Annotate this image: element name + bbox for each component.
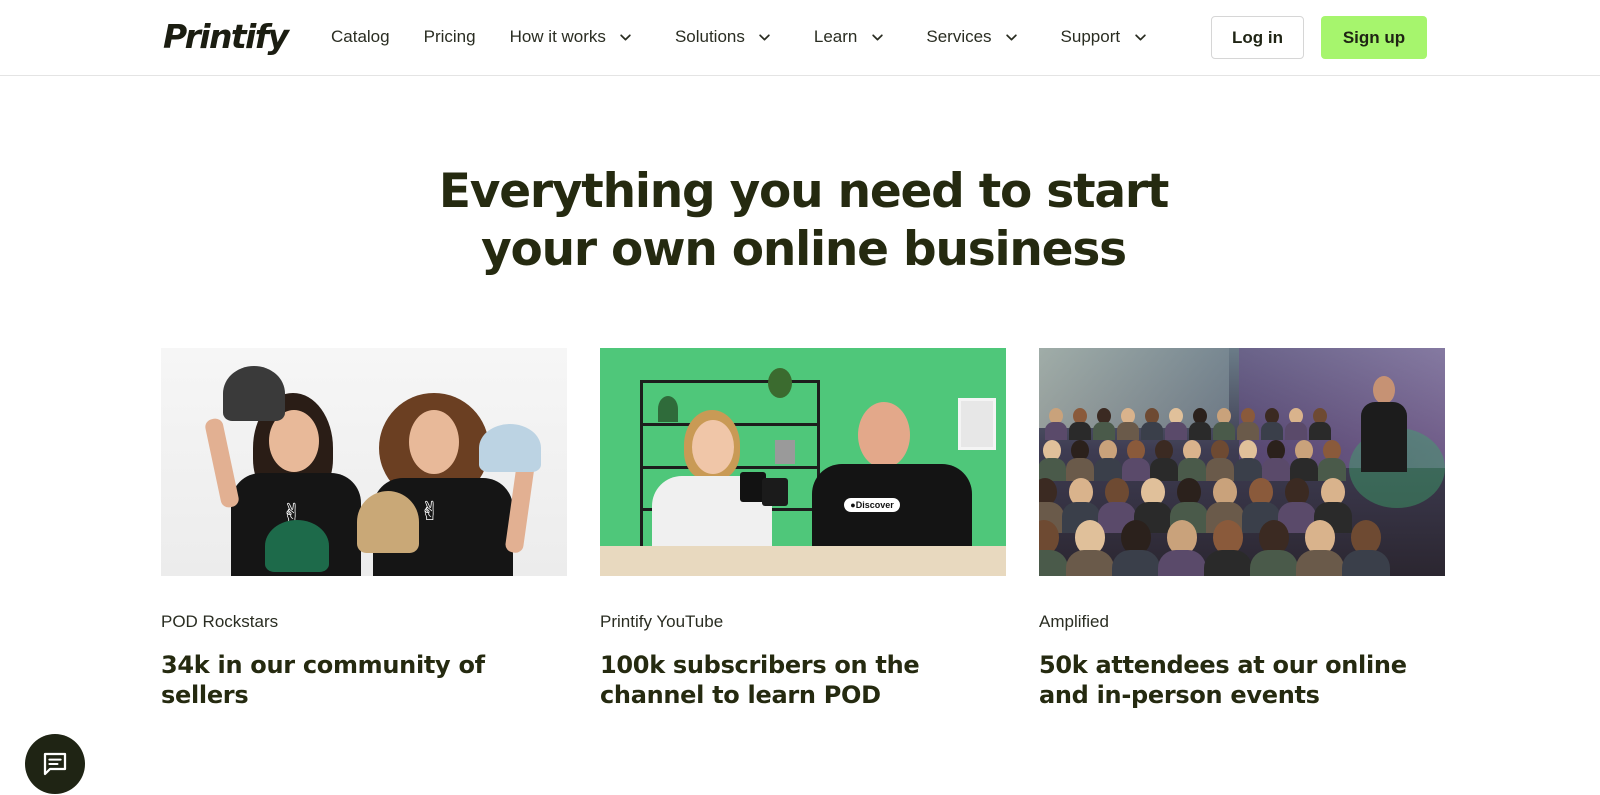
printify-logo[interactable]: Printify [163,18,289,56]
audience-member-body [1044,422,1068,441]
card-kicker: Printify YouTube [600,612,724,631]
chevron-down-icon [1133,30,1147,44]
audience-member-body [1164,422,1188,441]
nav-item-how-it-works[interactable]: How it works [510,27,633,47]
chat-button[interactable] [25,734,85,794]
chat-icon [40,749,70,779]
audience-member-body [1121,458,1151,482]
main-nav: Catalog Pricing How it works Solutions L… [331,0,1147,74]
audience-member-body [1342,550,1390,576]
audience-member-body [1092,422,1116,441]
audience-member-body [1066,550,1114,576]
audience-member-body [1260,422,1284,441]
site-header: Printify Catalog Pricing How it works So… [0,0,1600,76]
feature-card-amplified[interactable]: Amplified 50k attendees at our online an… [1039,348,1445,709]
nav-item-label: How it works [509,27,606,46]
login-button[interactable]: Log in [1211,16,1304,59]
card-title: 100k subscribers on the channel to learn… [600,651,920,709]
card-title: 50k attendees at our online and in-perso… [1039,651,1407,709]
page-title: Everything you need to start your own on… [0,163,1600,279]
nav-item-label: Services [926,27,992,46]
audience-member-body [1212,422,1236,441]
nav-item-label: Solutions [674,27,745,46]
feature-card-pod-rockstars[interactable]: ✌ ✌ POD Rockstars 34k in our community o… [161,348,567,709]
nav-item-label: Catalog [331,27,390,46]
audience-member-body [1112,550,1160,576]
audience-member-body [1204,550,1252,576]
card-kicker: Amplified [1039,612,1109,631]
audience-member-body [1261,458,1291,482]
nav-item-label: Support [1060,27,1121,46]
nav-item-learn[interactable]: Learn [814,27,884,47]
chevron-down-icon [758,30,772,44]
nav-item-catalog[interactable]: Catalog [331,27,390,47]
nav-item-services[interactable]: Services [926,27,1018,47]
audience-member-body [1236,422,1260,441]
nav-item-support[interactable]: Support [1061,27,1148,47]
card-kicker: POD Rockstars [161,612,279,631]
audience-member-body [1158,550,1206,576]
audience-member-body [1068,422,1092,441]
audience-member-body [1308,422,1332,441]
nav-item-solutions[interactable]: Solutions [675,27,772,47]
card-image-youtube: ●Discover [600,348,1006,576]
audience-member-body [1250,550,1298,576]
card-title: 34k in our community of sellers [161,651,485,709]
audience-member-body [1039,550,1068,576]
audience-member-body [1296,550,1344,576]
nav-item-pricing[interactable]: Pricing [424,27,476,47]
signup-button[interactable]: Sign up [1321,16,1427,59]
audience-member-body [1140,422,1164,441]
chevron-down-icon [870,30,884,44]
audience-member-body [1116,422,1140,441]
page-title-line-2: your own online business [481,222,1127,277]
chevron-down-icon [1005,30,1019,44]
audience-member-body [1188,422,1212,441]
feature-card-printify-youtube[interactable]: ●Discover Printify YouTube 100k subscrib… [600,348,1006,709]
card-image-rockstars: ✌ ✌ [161,348,567,576]
card-image-amplified [1039,348,1445,576]
chevron-down-icon [619,30,633,44]
page-title-line-1: Everything you need to start [438,164,1169,219]
nav-item-label: Pricing [423,27,476,46]
audience-member-body [1284,422,1308,441]
nav-item-label: Learn [813,27,858,46]
